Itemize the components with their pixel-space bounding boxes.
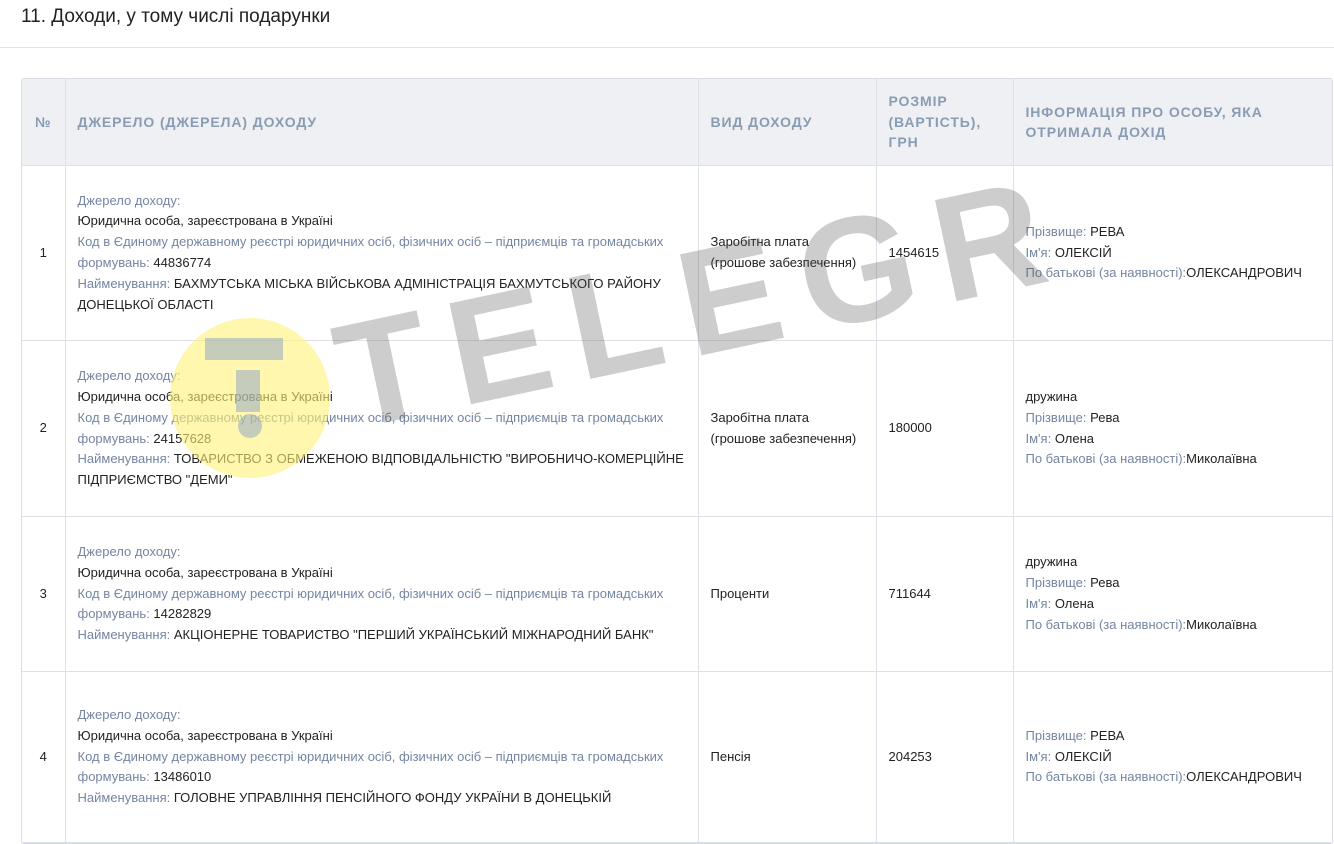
recipient-first-name: ОЛЕКСІЙ — [1054, 748, 1112, 764]
row-number: 1 — [22, 165, 66, 341]
name-label: Найменування: — [77, 275, 171, 291]
patronymic-label: По батькові (за наявності): — [1025, 769, 1187, 785]
income-amount: 204253 — [876, 671, 1014, 843]
recipient-patronymic: ОЛЕКСАНДРОВИЧ — [1186, 265, 1302, 281]
recipient-surname: Рева — [1090, 409, 1120, 425]
registry-code: 13486010 — [153, 769, 212, 785]
recipient-first-name: ОЛЕКСІЙ — [1054, 244, 1112, 260]
section-divider — [0, 47, 1334, 48]
source-label: Джерело доходу: — [77, 707, 181, 722]
first-name-label: Ім'я: — [1025, 748, 1052, 764]
source-type: Юридична особа, зареєстрована в Україні — [77, 213, 333, 229]
patronymic-label: По батькові (за наявності): — [1025, 265, 1187, 281]
registry-code: 24157628 — [153, 430, 212, 446]
income-table-grid: № ДЖЕРЕЛО (ДЖЕРЕЛА) ДОХОДУ ВИД ДОХОДУ РО… — [22, 79, 1332, 843]
recipient-surname: РЕВА — [1090, 223, 1125, 239]
income-type: Заробітна плата (грошове забезпечення) — [698, 165, 877, 341]
table-row: 1 Джерело доходу: Юридична особа, зареєс… — [22, 165, 1332, 341]
surname-label: Прізвище: — [1025, 409, 1087, 425]
row-number: 3 — [22, 516, 66, 672]
recipient-cell: Прізвище: РЕВА Ім'я: ОЛЕКСІЙ По батькові… — [1013, 165, 1332, 341]
header-source: ДЖЕРЕЛО (ДЖЕРЕЛА) ДОХОДУ — [65, 79, 699, 166]
income-table: № ДЖЕРЕЛО (ДЖЕРЕЛА) ДОХОДУ ВИД ДОХОДУ РО… — [21, 78, 1333, 844]
row-number: 2 — [22, 340, 66, 517]
income-amount: 180000 — [876, 340, 1014, 517]
source-type: Юридична особа, зареєстрована в Україні — [77, 727, 333, 743]
registry-code: 14282829 — [153, 606, 212, 622]
section-title: 11. Доходи, у тому числі подарунки — [21, 6, 331, 27]
registry-code: 44836774 — [153, 255, 212, 270]
recipient-surname: Рева — [1090, 575, 1120, 591]
recipient-patronymic: Миколаївна — [1186, 451, 1257, 467]
income-type: Заробітна плата (грошове забезпечення) — [698, 340, 877, 517]
header-income-type: ВИД ДОХОДУ — [698, 79, 877, 166]
recipient-cell: Прізвище: РЕВА Ім'я: ОЛЕКСІЙ По батькові… — [1013, 671, 1332, 843]
income-source-cell: Джерело доходу: Юридична особа, зареєстр… — [65, 340, 699, 517]
recipient-relation: дружина — [1025, 554, 1078, 570]
first-name-label: Ім'я: — [1025, 244, 1052, 260]
income-source-cell: Джерело доходу: Юридична особа, зареєстр… — [65, 516, 699, 672]
source-label: Джерело доходу: — [77, 368, 181, 384]
header-recipient: ІНФОРМАЦІЯ ПРО ОСОБУ, ЯКА ОТРИМАЛА ДОХІД — [1013, 79, 1332, 166]
income-source-cell: Джерело доходу: Юридична особа, зареєстр… — [65, 671, 699, 843]
surname-label: Прізвище: — [1025, 575, 1087, 591]
first-name-label: Ім'я: — [1025, 430, 1052, 446]
income-type: Пенсія — [698, 671, 877, 843]
table-row: 2 Джерело доходу: Юридична особа, зареєс… — [22, 340, 1332, 517]
source-label: Джерело доходу: — [77, 192, 181, 208]
table-row: 3 Джерело доходу: Юридична особа, зареєс… — [22, 516, 1332, 672]
source-type: Юридична особа, зареєстрована в Україні — [77, 388, 333, 404]
recipient-cell: дружина Прізвище: Рева Ім'я: Олена По ба… — [1013, 340, 1332, 517]
source-type: Юридична особа, зареєстрована в Україні — [77, 564, 333, 580]
patronymic-label: По батькові (за наявності): — [1025, 616, 1187, 632]
recipient-patronymic: ОЛЕКСАНДРОВИЧ — [1186, 769, 1302, 785]
first-name-label: Ім'я: — [1025, 596, 1052, 611]
table-header-row: № ДЖЕРЕЛО (ДЖЕРЕЛА) ДОХОДУ ВИД ДОХОДУ РО… — [22, 79, 1332, 166]
recipient-first-name: Олена — [1054, 596, 1095, 611]
income-type: Проценти — [698, 516, 877, 672]
recipient-patronymic: Миколаївна — [1186, 616, 1257, 632]
income-amount: 1454615 — [876, 165, 1014, 341]
header-number: № — [22, 79, 66, 166]
income-source-cell: Джерело доходу: Юридична особа, зареєстр… — [65, 165, 699, 341]
surname-label: Прізвище: — [1025, 727, 1087, 743]
organization-name: ГОЛОВНЕ УПРАВЛІННЯ ПЕНСІЙНОГО ФОНДУ УКРА… — [173, 790, 612, 806]
header-amount: РОЗМІР (ВАРТІСТЬ), ГРН — [876, 79, 1014, 166]
patronymic-label: По батькові (за наявності): — [1025, 451, 1187, 467]
recipient-cell: дружина Прізвище: Рева Ім'я: Олена По ба… — [1013, 516, 1332, 672]
name-label: Найменування: — [77, 627, 171, 643]
name-label: Найменування: — [77, 451, 171, 467]
table-row: 4 Джерело доходу: Юридична особа, зареєс… — [22, 671, 1332, 843]
recipient-surname: РЕВА — [1090, 727, 1125, 743]
name-label: Найменування: — [77, 790, 171, 806]
source-label: Джерело доходу: — [77, 544, 181, 559]
income-amount: 711644 — [876, 516, 1014, 672]
recipient-first-name: Олена — [1054, 430, 1095, 446]
organization-name: АКЦІОНЕРНЕ ТОВАРИСТВО "ПЕРШИЙ УКРАЇНСЬКИ… — [173, 627, 654, 643]
row-number: 4 — [22, 671, 66, 843]
surname-label: Прізвище: — [1025, 223, 1087, 239]
recipient-relation: дружина — [1025, 388, 1078, 404]
